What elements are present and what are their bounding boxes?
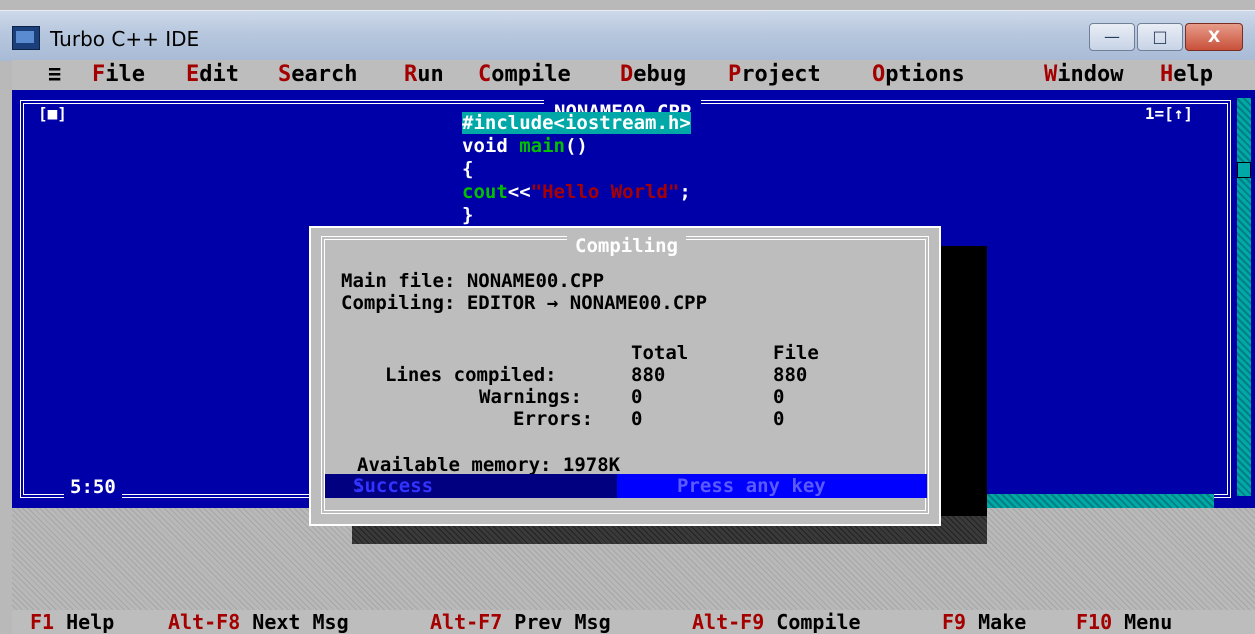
hint-next-msg[interactable]: Alt-F8 Next Msg bbox=[168, 610, 349, 634]
hint-help[interactable]: F1 Help bbox=[30, 610, 114, 634]
main-file-text: Main file: NONAME00.CPP bbox=[341, 270, 605, 292]
menu-file[interactable]: File bbox=[92, 60, 145, 90]
code-line: { bbox=[462, 158, 474, 180]
app-icon bbox=[12, 26, 40, 50]
available-memory: Available memory: 1978K bbox=[357, 454, 621, 476]
minimize-button[interactable]: — bbox=[1089, 23, 1135, 51]
dos-screen: ≡ File Edit Search Run Compile Debug Pro… bbox=[12, 60, 1255, 634]
window-close-box[interactable]: [■] bbox=[38, 104, 67, 124]
hint-prev-msg[interactable]: Alt-F7 Prev Msg bbox=[430, 610, 611, 634]
menu-debug[interactable]: Debug bbox=[620, 60, 686, 90]
code-line: } bbox=[462, 204, 474, 226]
close-button[interactable]: X bbox=[1185, 23, 1243, 51]
column-file-header: File bbox=[773, 342, 819, 364]
window-number[interactable]: 1=[↑] bbox=[1144, 104, 1193, 124]
press-any-key-prompt[interactable]: Press any key bbox=[617, 474, 927, 498]
maximize-button[interactable]: □ bbox=[1137, 23, 1183, 51]
system-menu-icon[interactable]: ≡ bbox=[48, 60, 61, 90]
cursor-position: 5:50 bbox=[64, 476, 122, 498]
hint-compile[interactable]: Alt-F9 Compile bbox=[692, 610, 861, 634]
menu-help[interactable]: Help bbox=[1160, 60, 1213, 90]
code-line: cout<<"Hello World"; bbox=[462, 181, 691, 203]
window-titlebar: Turbo C++ IDE — □ X bbox=[0, 10, 1255, 61]
hint-make[interactable]: F9 Make bbox=[942, 610, 1026, 634]
dialog-title: Compiling bbox=[567, 236, 686, 256]
compile-status-bar[interactable]: Success: Press any key bbox=[325, 474, 927, 498]
code-area[interactable]: #include<iostream.h> void main() { cout<… bbox=[462, 112, 691, 227]
scrollbar-thumb[interactable] bbox=[1237, 162, 1251, 178]
warnings-total: 0 bbox=[631, 386, 643, 408]
menu-compile[interactable]: Compile bbox=[478, 60, 571, 90]
lines-compiled-label: Lines compiled: bbox=[385, 364, 557, 386]
hint-bar: F1 Help Alt-F8 Next Msg Alt-F7 Prev Msg … bbox=[12, 610, 1255, 634]
errors-label: Errors: bbox=[513, 408, 594, 430]
code-line: #include<iostream.h> bbox=[462, 112, 691, 134]
menu-edit[interactable]: Edit bbox=[186, 60, 239, 90]
window-title: Turbo C++ IDE bbox=[50, 27, 200, 51]
compiling-text: Compiling: EDITOR → NONAME00.CPP bbox=[341, 292, 708, 314]
hint-menu[interactable]: F10 Menu bbox=[1076, 610, 1172, 634]
warnings-file: 0 bbox=[773, 386, 785, 408]
column-total-header: Total bbox=[631, 342, 689, 364]
vertical-scrollbar[interactable] bbox=[1237, 98, 1251, 496]
horizontal-scrollbar[interactable] bbox=[972, 494, 1214, 508]
status-result: Success: bbox=[325, 474, 617, 498]
menu-bar: ≡ File Edit Search Run Compile Debug Pro… bbox=[12, 60, 1255, 90]
compiling-dialog[interactable]: Compiling Main file: NONAME00.CPP Compil… bbox=[309, 226, 941, 526]
menu-options[interactable]: Options bbox=[872, 60, 965, 90]
errors-total: 0 bbox=[631, 408, 643, 430]
warnings-label: Warnings: bbox=[479, 386, 582, 408]
lines-compiled-total: 880 bbox=[631, 364, 666, 386]
menu-search[interactable]: Search bbox=[278, 60, 357, 90]
lines-compiled-file: 880 bbox=[773, 364, 808, 386]
errors-file: 0 bbox=[773, 408, 785, 430]
menu-run[interactable]: Run bbox=[404, 60, 444, 90]
menu-window[interactable]: Window bbox=[1044, 60, 1123, 90]
code-line: void main() bbox=[462, 135, 588, 157]
menu-project[interactable]: Project bbox=[728, 60, 821, 90]
